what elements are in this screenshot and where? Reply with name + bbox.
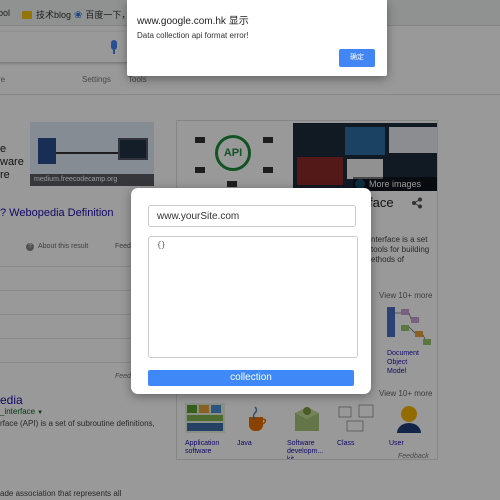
alert-message: Data collection api format error! bbox=[137, 31, 249, 40]
alert-title: www.google.com.hk 显示 bbox=[137, 16, 249, 27]
site-url-input[interactable] bbox=[148, 205, 356, 227]
collection-modal: {} collection bbox=[131, 188, 371, 394]
collection-button[interactable]: collection bbox=[148, 370, 354, 386]
alert-dialog: www.google.com.hk 显示 Data collection api… bbox=[127, 0, 387, 76]
format-textarea[interactable]: {} bbox=[148, 236, 358, 358]
alert-ok-button[interactable]: 确定 bbox=[339, 49, 375, 67]
